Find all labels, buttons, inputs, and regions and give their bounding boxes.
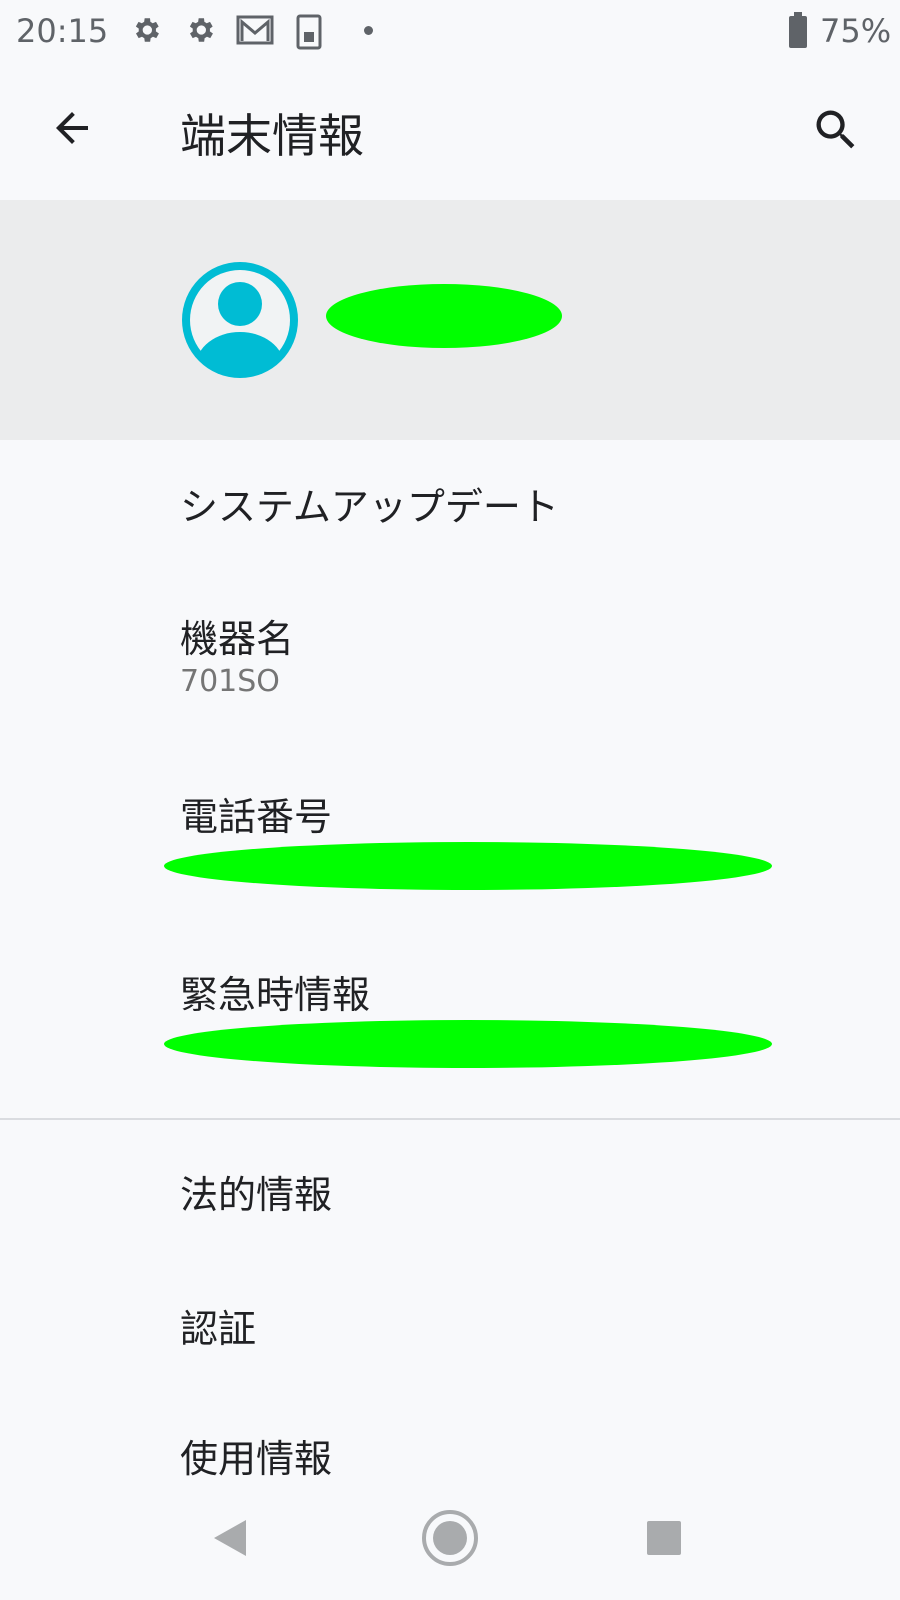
list-item-system-update[interactable]: システムアップデート [0,440,900,570]
nav-home-button[interactable] [410,1500,490,1580]
redaction-mark [326,284,562,348]
item-title: 認証 [180,1307,257,1351]
gear-icon [130,14,162,46]
account-circle-icon [180,260,300,380]
list-item-phone-number[interactable]: 電話番号 [0,760,900,920]
item-title: 法的情報 [180,1173,333,1217]
sim-card-icon [296,14,322,50]
item-title: システムアップデート [180,485,559,529]
list-item-device-name[interactable]: 機器名 701SO [0,580,900,730]
item-title: 緊急時情報 [180,973,371,1017]
page-title: 端末情報 [180,109,364,163]
status-time: 20:15 [16,12,109,50]
search-icon [810,104,862,160]
list-item-certification[interactable]: 認証 [0,1260,900,1380]
list-item-usage-info[interactable]: 使用情報 [0,1390,900,1481]
battery-percent: 75% [820,12,892,50]
back-button[interactable] [36,94,108,166]
account-header[interactable] [0,200,900,440]
list-item-emergency-info[interactable]: 緊急時情報 [0,940,900,1100]
battery-icon [788,12,808,48]
search-button[interactable] [804,100,868,164]
redaction-mark [164,842,772,890]
arrow-back-icon [48,104,96,156]
item-title: 機器名 [180,617,295,661]
item-summary: 701SO [180,664,280,699]
item-title: 電話番号 [180,795,333,839]
nav-recents-icon [643,1517,685,1563]
settings-screen: 20:15 75% 端末情報 システムアップデート 機器名 701SO 電話番号… [0,0,900,1600]
gmail-icon [236,14,274,46]
nav-home-icon [420,1508,480,1572]
notification-dot [364,26,373,35]
nav-back-icon [208,1516,252,1564]
navigation-bar [0,1480,900,1600]
app-bar: 端末情報 [0,64,900,200]
redaction-mark [164,1020,772,1068]
nav-recents-button[interactable] [624,1500,704,1580]
status-bar: 20:15 75% [0,0,900,64]
nav-back-button[interactable] [190,1500,270,1580]
list-item-legal-info[interactable]: 法的情報 [0,1130,900,1250]
divider [0,1118,900,1120]
gear-icon [184,14,216,46]
item-title: 使用情報 [180,1437,333,1481]
